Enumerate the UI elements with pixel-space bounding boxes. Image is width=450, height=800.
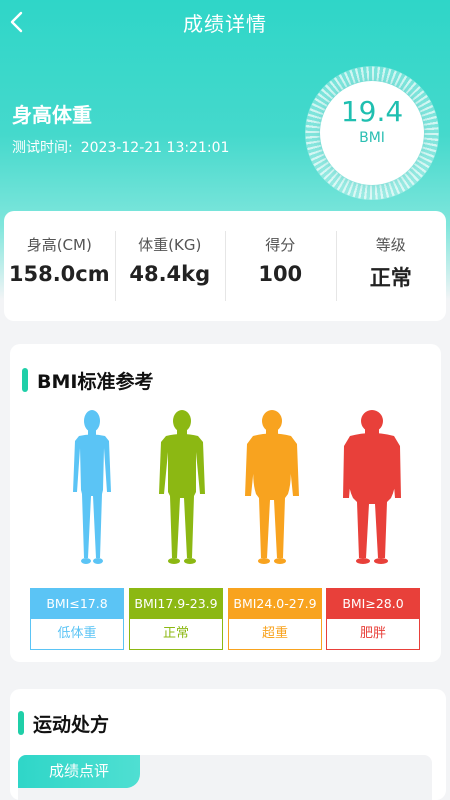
bmi-reference-card: BMI标准参考 BMI≤17.8 低体重 BMI17.9-23.9 正常 BMI…	[10, 344, 441, 662]
level-range: BMI24.0-27.9	[229, 589, 321, 619]
section-accent-bar	[18, 711, 24, 735]
stat-weight: 体重(KG) 48.4kg	[114, 211, 226, 321]
section-header: BMI标准参考	[22, 366, 153, 394]
section-title: 运动处方	[33, 713, 110, 736]
tab-bar: 成绩点评	[18, 755, 432, 800]
test-time-label: 测试时间:	[12, 140, 73, 156]
navbar: 成绩详情	[0, 0, 450, 44]
stat-score: 得分 100	[225, 211, 336, 321]
section-header: 运动处方	[18, 709, 109, 737]
bmi-unit: BMI	[359, 130, 385, 146]
stat-grade: 等级 正常	[335, 211, 447, 321]
measurement-title: 身高体重	[12, 103, 92, 127]
stat-label: 身高(CM)	[26, 236, 92, 254]
bmi-badge: 19.4 BMI	[320, 81, 424, 185]
level-overweight: BMI24.0-27.9 超重	[228, 588, 322, 650]
level-range: BMI≥28.0	[327, 589, 419, 619]
section-accent-bar	[22, 368, 28, 392]
stat-value: 正常	[369, 266, 412, 290]
stat-label: 得分	[265, 236, 296, 254]
level-obese: BMI≥28.0 肥胖	[326, 588, 420, 650]
page-title: 成绩详情	[183, 12, 267, 36]
tab-score-review[interactable]: 成绩点评	[18, 755, 140, 788]
level-name: 肥胖	[359, 626, 386, 641]
bmi-value: 19.4	[340, 95, 404, 128]
level-name: 低体重	[57, 626, 97, 641]
obese-figure-icon	[343, 410, 401, 564]
stat-height: 身高(CM) 158.0cm	[4, 211, 115, 321]
stat-label: 等级	[375, 236, 406, 254]
stat-value: 48.4kg	[129, 262, 211, 286]
normal-weight-figure-icon	[159, 410, 205, 564]
stats-card: 身高(CM) 158.0cm 体重(KG) 48.4kg 得分 100 等级 正…	[4, 211, 446, 321]
level-range: BMI17.9-23.9	[130, 589, 222, 619]
test-time: 测试时间: 2023-12-21 13:21:01	[12, 137, 229, 157]
overweight-figure-icon	[245, 410, 299, 564]
underweight-figure-icon	[73, 410, 111, 564]
stat-value: 100	[258, 262, 303, 286]
level-name: 正常	[162, 626, 189, 641]
level-normal: BMI17.9-23.9 正常	[129, 588, 223, 650]
stat-value: 158.0cm	[8, 262, 110, 286]
stat-label: 体重(KG)	[138, 236, 202, 254]
level-name: 超重	[261, 626, 288, 641]
exercise-prescription-card: 运动处方 成绩点评	[10, 689, 446, 800]
level-range: BMI≤17.8	[31, 589, 123, 619]
section-title: BMI标准参考	[37, 370, 154, 393]
level-underweight: BMI≤17.8 低体重	[30, 588, 124, 650]
test-time-value: 2023-12-21 13:21:01	[80, 140, 230, 156]
